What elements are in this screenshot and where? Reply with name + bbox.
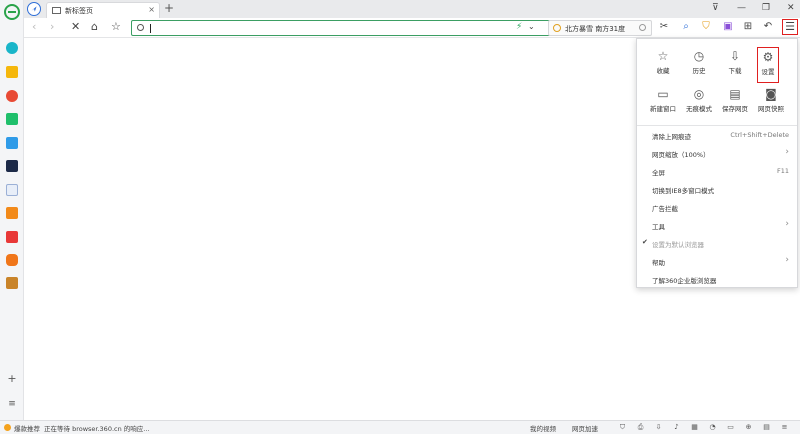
sidebar-app-globe-icon[interactable] [6,42,18,54]
chevron-right-icon: › [785,147,789,157]
menu-item-downloads[interactable]: ⇩ 下载 [719,47,751,83]
sidebar-add-icon[interactable]: + [6,373,18,385]
close-window-button[interactable]: ✕ [787,3,795,13]
recommend-link[interactable]: 爆款推荐 [14,423,40,433]
minimize-button[interactable]: — [737,3,746,13]
menu-item-clear-traces[interactable]: 清除上网痕迹 Ctrl+Shift+Delete [637,127,797,145]
home-button[interactable]: ⌂ [91,21,98,33]
image-icon[interactable]: ▦ [690,423,699,432]
sidebar-app-star-icon[interactable] [6,66,18,78]
layout-icon[interactable]: ▤ [762,423,771,432]
sidebar-app-game2-icon[interactable] [6,277,18,289]
menu-item-settings[interactable]: ⚙ 设置 [757,47,779,83]
scissors-icon[interactable]: ✂ [658,21,670,33]
window-icon: ▭ [657,87,669,101]
tab-strip: 新标签页 × + ⊽ — ❐ ✕ [24,0,800,18]
menu-item-ie8-mode[interactable]: 切换到IE8多窗口模式 [637,181,797,199]
browser-logo-icon[interactable] [4,4,20,20]
sidebar-app-mail-icon[interactable] [6,113,18,125]
shield-small-icon[interactable]: ⛉ [618,423,627,432]
search-icon [137,24,144,31]
sidebar-app-red-icon[interactable] [6,231,18,243]
menu-item-zoom[interactable]: 网页缩放（100%） › [637,145,797,163]
chevron-right-icon: › [785,255,789,265]
printer-icon[interactable]: ⎙ [636,423,645,432]
shield-icon[interactable]: ⛉ [700,21,712,33]
menu-item-enterprise[interactable]: 了解360企业版浏览器 [637,271,797,289]
check-icon: ✔ [642,238,648,246]
star-icon: ☆ [657,49,669,63]
maximize-button[interactable]: ❐ [762,3,770,13]
menu-divider [637,125,797,126]
shortcut-label: F11 [776,167,789,175]
shortcut-label: Ctrl+Shift+Delete [730,131,789,139]
address-bar[interactable]: ⚡ ⌄ [131,20,565,36]
text-caret [150,24,151,33]
sidebar: + ≡ [0,0,24,420]
menu-button[interactable]: ☰ [782,19,798,35]
search-lens-icon[interactable]: ⌕ [680,21,692,33]
toolbar: ‹ › ✕ ⌂ ☆ ⚡ ⌄ 北方暴雪 南方31度 ✂ ⌕ ⛉ ▣ ⊞ ↶ ☰ [24,18,800,38]
status-bar: 爆款推荐 正在等待 browser.360.cn 的响应... 我的视频 网页加… [0,420,800,434]
web-speed-button[interactable]: 网页加速 [572,423,598,433]
sidebar-app-weibo-icon[interactable] [6,90,18,102]
tab-new-tab[interactable]: 新标签页 × [46,2,160,18]
navigate-home-icon[interactable] [27,2,41,16]
sidebar-app-doc-icon[interactable] [6,184,18,196]
extension-icon[interactable]: ▣ [722,21,734,33]
tab-title: 新标签页 [65,7,93,15]
chevron-right-icon: › [785,219,789,229]
camera-icon: ◙ [765,87,777,101]
menu-item-save-page[interactable]: ▤ 保存网页 [719,85,751,121]
chevron-down-icon[interactable]: ⌄ [528,22,535,31]
menu-item-favorites[interactable]: ☆ 收藏 [647,47,679,83]
skin-icon[interactable]: ⊽ [712,3,719,13]
sidebar-app-news-icon[interactable] [6,160,18,172]
menu-item-new-window[interactable]: ▭ 新建窗口 [647,85,679,121]
tab-close-icon[interactable]: × [148,5,155,14]
back-button[interactable]: ‹ [32,21,36,33]
sound-icon[interactable]: ♪ [672,423,681,432]
undo-icon[interactable]: ↶ [762,21,774,33]
speaker-icon[interactable]: ◔ [708,423,717,432]
menu-item-fullscreen[interactable]: 全屏 F11 [637,163,797,181]
save-page-icon: ▤ [729,87,741,101]
my-video-button[interactable]: 我的视频 [530,423,556,433]
status-message: 正在等待 browser.360.cn 的响应... [44,425,150,433]
clock-icon: ◷ [693,49,705,63]
lightning-icon[interactable]: ⚡ [516,22,522,32]
new-tab-button[interactable]: + [164,1,174,15]
page-icon [52,7,61,14]
download-icon: ⇩ [729,49,741,63]
grid-icon[interactable]: ⊞ [742,21,754,33]
stop-button[interactable]: ✕ [71,21,80,33]
menu-item-default-browser[interactable]: ✔ 设置为默认浏览器 [637,235,797,253]
sidebar-app-game-icon[interactable] [6,254,18,266]
menu-item-history[interactable]: ◷ 历史 [683,47,715,83]
status-icons: ⛉ ⎙ ⇩ ♪ ▦ ◔ ▭ ⊕ ▤ ≡ [618,421,798,434]
download-small-icon[interactable]: ⇩ [654,423,663,432]
menu-item-snapshot[interactable]: ◙ 网页快照 [755,85,787,121]
screen-icon[interactable]: ▭ [726,423,735,432]
forward-button[interactable]: › [50,21,54,33]
menu-item-tools[interactable]: 工具 › [637,217,797,235]
gear-icon: ⚙ [762,50,774,64]
incognito-icon: ◎ [693,87,705,101]
weather-text: 北方暴雪 南方31度 [565,25,626,33]
sidebar-app-shop-icon[interactable] [6,207,18,219]
weather-search-icon[interactable] [639,24,646,31]
weather-icon [553,24,561,32]
zoom-icon[interactable]: ⊕ [744,423,753,432]
favorite-button[interactable]: ☆ [111,21,121,33]
main-menu: ☆ 收藏 ◷ 历史 ⇩ 下载 ⚙ 设置 ▭ 新建窗口 ◎ 无痕模式 ▤ 保存网页… [636,38,798,288]
menu-item-help[interactable]: 帮助 › [637,253,797,271]
sidebar-app-p-icon[interactable] [6,137,18,149]
sidebar-list-icon[interactable]: ≡ [6,398,18,410]
menu-small-icon[interactable]: ≡ [780,423,789,432]
menu-item-ad-block[interactable]: 广告拦截 [637,199,797,217]
recommend-icon [4,424,11,431]
weather-search-box[interactable]: 北方暴雪 南方31度 [548,20,652,36]
menu-item-incognito[interactable]: ◎ 无痕模式 [683,85,715,121]
